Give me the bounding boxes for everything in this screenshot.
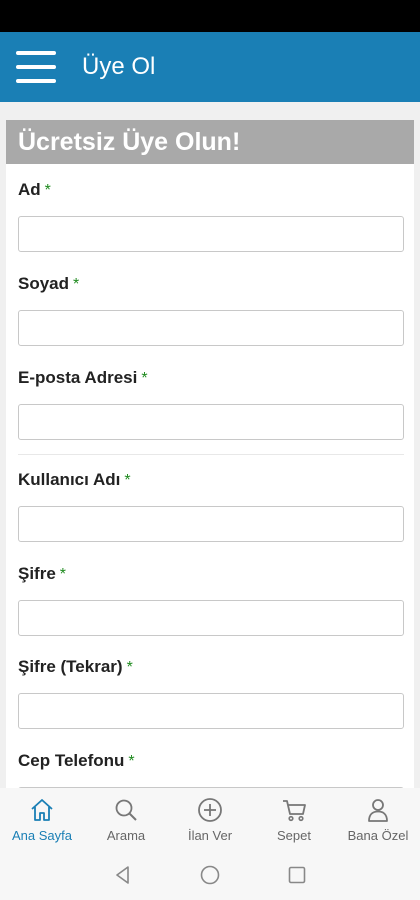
username-field: Kullanıcı Adı * <box>18 470 404 542</box>
field-label: Ad <box>18 180 41 199</box>
nav-item-profile[interactable]: Bana Özel <box>336 788 420 850</box>
nav-label: Arama <box>106 828 146 843</box>
field-label: E-posta Adresi <box>18 368 138 387</box>
user-icon <box>368 799 388 822</box>
required-mark: * <box>44 182 51 199</box>
required-mark: * <box>128 753 135 770</box>
nav-label: Sepet <box>277 828 311 843</box>
hamburger-menu-icon[interactable] <box>16 51 56 83</box>
nav-item-cart[interactable]: Sepet <box>252 788 336 850</box>
nav-label: Bana Özel <box>347 828 409 843</box>
nav-item-post-ad[interactable]: İlan Ver <box>168 788 252 850</box>
field-label: Şifre (Tekrar) <box>18 657 123 676</box>
required-mark: * <box>141 370 148 387</box>
plus-circle-icon <box>198 798 222 822</box>
username-input[interactable] <box>18 506 404 542</box>
system-nav-bar <box>0 850 420 900</box>
required-mark: * <box>124 472 131 489</box>
email-input[interactable] <box>18 404 404 440</box>
password-input[interactable] <box>18 600 404 636</box>
field-label: Şifre <box>18 564 56 583</box>
first-name-field: Ad * <box>18 180 404 252</box>
card-header: Ücretsiz Üye Olun! <box>6 120 414 164</box>
register-card: Ücretsiz Üye Olun! Ad * Soyad * E-posta Ad… <box>6 120 414 788</box>
home-icon <box>31 799 53 821</box>
password-field: Şifre * <box>18 564 404 636</box>
nav-label: Ana Sayfa <box>12 828 72 843</box>
required-mark: * <box>59 566 67 583</box>
page-title: Üye Ol <box>82 53 156 80</box>
app-bar: Üye Ol <box>0 32 420 102</box>
section-divider <box>18 454 404 455</box>
nav-item-home[interactable]: Ana Sayfa <box>0 788 84 850</box>
field-label: Cep Telefonu <box>18 751 125 770</box>
field-label: Soyad <box>18 274 70 293</box>
nav-item-search[interactable]: Arama <box>84 788 168 850</box>
field-label: Kullanıcı Adı <box>18 470 121 489</box>
cart-icon <box>283 800 306 822</box>
back-icon[interactable] <box>112 864 134 886</box>
recents-icon[interactable] <box>286 864 308 886</box>
email-field: E-posta Adresi * <box>18 368 404 440</box>
last-name-input[interactable] <box>18 310 404 346</box>
required-mark: * <box>73 276 80 293</box>
phone-field: Cep Telefonu * <box>18 751 404 788</box>
search-icon <box>115 799 137 821</box>
last-name-field: Soyad * <box>18 274 404 346</box>
bottom-nav: Ana Sayfa Arama İlan Ver Sepet Bana Özel <box>0 788 420 850</box>
password-repeat-field: Şifre (Tekrar) * <box>18 657 404 729</box>
home-circle-icon[interactable] <box>199 864 221 886</box>
password-repeat-input[interactable] <box>18 693 404 729</box>
first-name-input[interactable] <box>18 216 404 252</box>
status-bar <box>0 0 420 32</box>
nav-label: İlan Ver <box>187 828 233 843</box>
required-mark: * <box>126 659 133 676</box>
